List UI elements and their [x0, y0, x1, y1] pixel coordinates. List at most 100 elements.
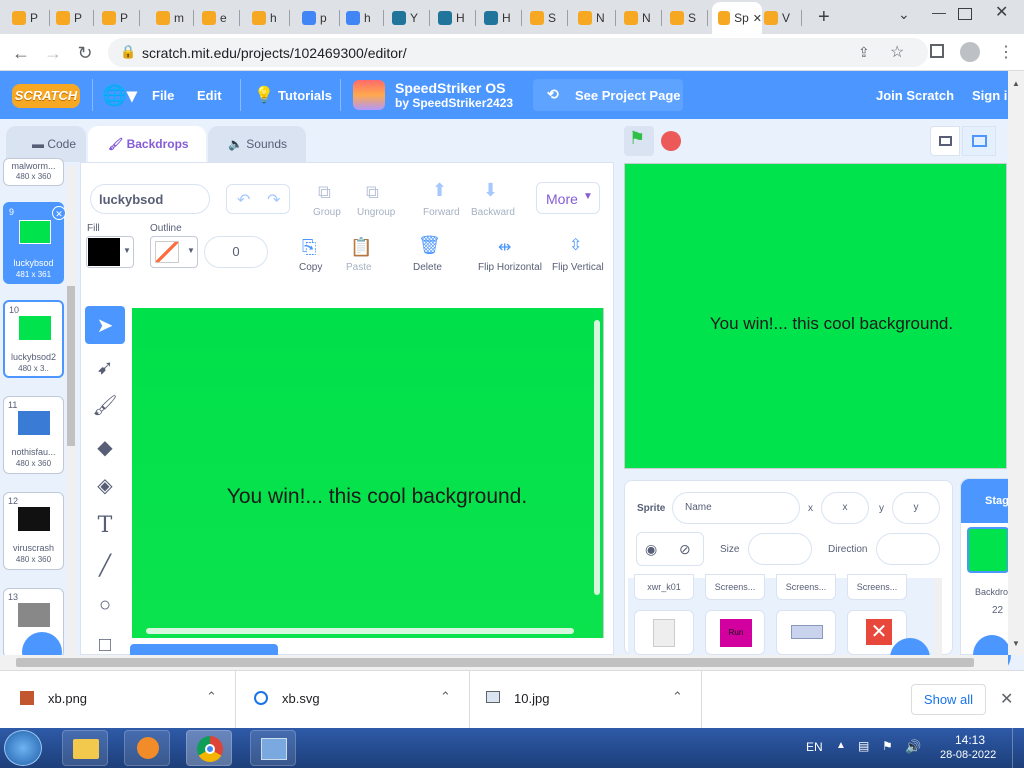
- line-tool-icon[interactable]: ╱: [85, 546, 125, 584]
- backdrop-thumb-luckybsod2[interactable]: 10 luckybsod2 480 x 3..: [3, 300, 64, 378]
- flip-horizontal-icon[interactable]: ⇹: [498, 237, 511, 257]
- ungroup-icon[interactable]: ⧉: [366, 182, 379, 203]
- forward-arrow-icon[interactable]: ⬆: [432, 180, 447, 201]
- profile-avatar[interactable]: [960, 42, 980, 62]
- delete-costume-icon[interactable]: ✕: [52, 206, 66, 220]
- more-button[interactable]: More ▼: [536, 182, 600, 214]
- tab-sounds[interactable]: 🔈 Sounds: [208, 126, 306, 162]
- circle-tool-icon[interactable]: ○: [85, 586, 125, 624]
- volume-icon[interactable]: 🔊: [905, 739, 921, 755]
- paint-canvas[interactable]: [132, 308, 604, 638]
- redo-icon[interactable]: ↷: [267, 190, 280, 210]
- reload-icon[interactable]: ↻: [74, 42, 96, 64]
- browser-tab[interactable]: H: [478, 6, 522, 30]
- backdrop-thumb-luckybsod[interactable]: 9 luckybsod 481 x 361 ✕: [3, 202, 66, 284]
- sprite-item[interactable]: Screens...: [847, 574, 907, 600]
- file-explorer-icon[interactable]: [62, 730, 108, 766]
- share-icon[interactable]: ⇪: [858, 44, 870, 61]
- browser-tab[interactable]: S: [524, 6, 568, 30]
- sprite-item[interactable]: xwr_k01: [634, 574, 694, 600]
- browser-tab[interactable]: h: [246, 6, 290, 30]
- browser-tab[interactable]: Y: [386, 6, 430, 30]
- costume-name-field[interactable]: luckybsod: [90, 184, 210, 214]
- tutorials-button[interactable]: Tutorials: [278, 88, 332, 103]
- browser-tab[interactable]: P: [6, 6, 50, 30]
- trash-icon[interactable]: 🗑: [418, 235, 441, 256]
- browser-tab[interactable]: P: [96, 6, 140, 30]
- browser-tab[interactable]: m: [150, 6, 194, 30]
- sprite-item[interactable]: Screens...: [705, 574, 765, 600]
- flip-vertical-icon[interactable]: ⇳: [569, 235, 582, 255]
- browser-tab[interactable]: h: [340, 6, 384, 30]
- large-stage-button[interactable]: [962, 126, 996, 156]
- canvas-vscrollbar[interactable]: [594, 320, 600, 595]
- join-scratch-button[interactable]: Join Scratch: [876, 88, 954, 103]
- control-panel-icon[interactable]: [250, 730, 296, 766]
- page-vscrollbar[interactable]: ▲ ▼: [1008, 71, 1024, 655]
- browser-tab[interactable]: P: [50, 6, 94, 30]
- page-hscrollbar[interactable]: [0, 655, 1008, 670]
- backward-arrow-icon[interactable]: ⬇: [483, 180, 498, 201]
- outline-color-picker[interactable]: ▼: [150, 236, 198, 268]
- globe-language-icon[interactable]: 🌐▾: [102, 83, 137, 108]
- page-hscroll-thumb[interactable]: [16, 658, 974, 667]
- text-tool-icon[interactable]: T: [85, 506, 125, 544]
- download-item[interactable]: xb.svg ⌃: [236, 671, 470, 729]
- backdrop-thumb-nothisfau[interactable]: 11 nothisfau... 480 x 360: [3, 396, 64, 474]
- scroll-down-icon[interactable]: ▼: [1012, 639, 1020, 648]
- thumb-scrollbar-thumb[interactable]: [67, 286, 75, 446]
- menu-dots-icon[interactable]: ⋮: [998, 42, 1014, 62]
- close-downloads-icon[interactable]: ✕: [1000, 689, 1013, 709]
- green-flag-button[interactable]: ⚑: [624, 126, 654, 156]
- lock-icon[interactable]: 🔒: [120, 44, 136, 60]
- backdrop-thumb-malworm[interactable]: malworm... 480 x 360: [3, 158, 64, 186]
- fill-tool-icon[interactable]: ◈: [85, 466, 125, 504]
- tab-backdrops[interactable]: 🖌 Backdrops: [88, 126, 206, 162]
- direction-input[interactable]: [876, 533, 940, 565]
- chevron-up-icon[interactable]: ⌃: [672, 689, 683, 705]
- forward-icon[interactable]: →: [42, 42, 64, 64]
- tray-network-icon[interactable]: ▤: [858, 739, 869, 753]
- url-text[interactable]: scratch.mit.edu/projects/102469300/edito…: [142, 45, 407, 61]
- x-input[interactable]: x: [821, 492, 869, 524]
- tray-flag-icon[interactable]: ⚑: [882, 739, 893, 753]
- browser-tab[interactable]: N: [572, 6, 616, 30]
- stage-target-panel[interactable]: Stage Backdro... 22: [960, 478, 1016, 675]
- reshape-tool-icon[interactable]: ➹: [85, 348, 125, 386]
- scratch-logo[interactable]: SCRATCH: [12, 84, 80, 108]
- sprite-item[interactable]: [776, 610, 836, 655]
- copy-icon[interactable]: ⎘: [302, 237, 316, 258]
- minimize-button[interactable]: —: [932, 4, 946, 20]
- paste-icon[interactable]: 📋: [350, 237, 372, 258]
- small-stage-button[interactable]: [930, 126, 960, 156]
- eraser-tool-icon[interactable]: ◆: [85, 428, 125, 466]
- sprite-item[interactable]: Screens...: [776, 574, 836, 600]
- file-menu[interactable]: File: [152, 88, 174, 103]
- canvas-hscrollbar[interactable]: [146, 628, 574, 634]
- chevron-up-icon[interactable]: ⌃: [206, 689, 217, 705]
- sprite-item[interactable]: [634, 610, 694, 655]
- group-icon[interactable]: ⧉: [318, 182, 331, 203]
- browser-tab[interactable]: Sp ✕: [712, 2, 762, 34]
- hide-eye-icon[interactable]: ⊘: [679, 541, 691, 558]
- stop-sign-icon[interactable]: [661, 131, 681, 151]
- start-button[interactable]: [4, 730, 42, 766]
- tab-code[interactable]: ▬ Code: [6, 126, 86, 162]
- browser-tab[interactable]: p: [296, 6, 340, 30]
- restore-button[interactable]: [958, 8, 972, 20]
- sprite-item[interactable]: Run: [705, 610, 765, 655]
- select-tool-icon[interactable]: ➤: [85, 306, 125, 344]
- clock-date[interactable]: 28-08-2022: [940, 749, 996, 761]
- media-player-icon[interactable]: [124, 730, 170, 766]
- brush-tool-icon[interactable]: 🖌: [85, 386, 125, 424]
- back-icon[interactable]: ←: [10, 42, 32, 64]
- edit-menu[interactable]: Edit: [197, 88, 222, 103]
- scroll-up-icon[interactable]: ▲: [1012, 79, 1020, 88]
- bookmark-star-icon[interactable]: ☆: [890, 42, 904, 62]
- undo-icon[interactable]: ↶: [237, 190, 250, 210]
- outline-width-input[interactable]: 0: [204, 236, 268, 268]
- browser-tab[interactable]: e: [196, 6, 240, 30]
- new-tab-button[interactable]: +: [818, 6, 830, 29]
- show-desktop-button[interactable]: [1012, 728, 1024, 768]
- download-item[interactable]: 10.jpg ⌃: [470, 671, 702, 729]
